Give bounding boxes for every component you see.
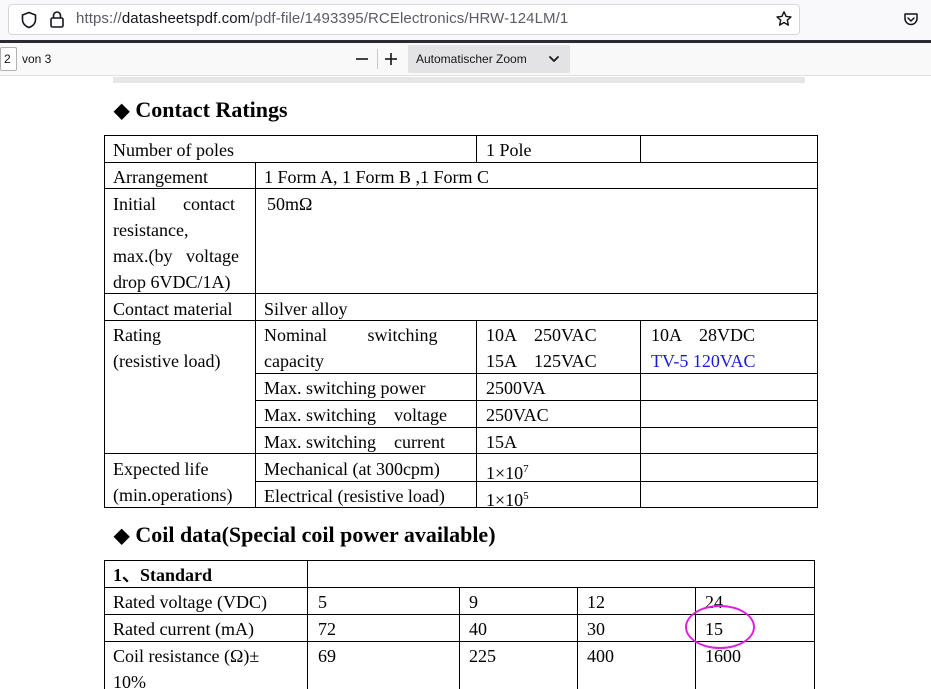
rated-current-cell: 40 [469, 619, 487, 639]
current-value: 15A [486, 432, 517, 452]
coil-resistance-cell: 69 [318, 646, 336, 666]
resistance-label-line4: drop 6VDC/1A) [113, 272, 231, 292]
rated-current-label: Rated current (mA) [113, 619, 254, 639]
table-rule [104, 560, 815, 561]
contact-ratings-heading-text: Contact Ratings [135, 97, 288, 122]
material-label: Contact material [113, 299, 233, 319]
nominal-ac-line1: 10A 250VAC [486, 325, 597, 345]
page-count-label: von 3 [22, 52, 52, 66]
life-label-line1: Expected life [113, 459, 209, 479]
pocket-icon[interactable] [903, 11, 919, 27]
mechanical-base: 1×10 [486, 463, 524, 483]
coil-resistance-cell: 400 [587, 646, 614, 666]
table-rule [307, 560, 308, 689]
rated-current-cell: 72 [318, 619, 336, 639]
url-domain: datasheetspdf.com [121, 10, 251, 27]
page-header-strip [113, 77, 805, 83]
rated-voltage-cell: 5 [318, 592, 327, 612]
url-scheme: https:// [76, 10, 122, 27]
coil-data-heading: ◆ Coil data(Special coil power available) [114, 522, 496, 548]
table-rule [817, 135, 818, 508]
coil-resistance-label-line2: 10% [113, 672, 146, 689]
voltage-value: 250VAC [486, 405, 549, 425]
poles-label: Number of poles [113, 140, 234, 160]
diamond-bullet-icon: ◆ [114, 525, 130, 547]
table-rule [640, 135, 641, 163]
electrical-value: 1×105 [486, 483, 529, 513]
zoom-in-icon[interactable] [381, 48, 401, 70]
rated-current-cell: 30 [587, 619, 605, 639]
table-rule [814, 560, 815, 689]
mechanical-value: 1×107 [486, 456, 529, 486]
nominal-dc-line1: 10A 28VDC [651, 325, 756, 345]
table-rule [476, 135, 477, 163]
table-rule [104, 135, 105, 508]
rating-label-line1: Rating [113, 325, 161, 345]
toolbar-separator [377, 49, 378, 69]
pdf-page: ◆ Contact Ratings Number of poles 1 Pole … [0, 77, 931, 689]
resistance-value: 50mΩ [267, 194, 313, 214]
arrangement-label: Arrangement [113, 167, 208, 187]
chevron-down-icon [549, 56, 559, 62]
life-label-line2: (min.operations) [113, 485, 233, 505]
electrical-base: 1×10 [486, 490, 524, 510]
arrangement-value: 1 Form A, 1 Form B ,1 Form C [264, 167, 490, 187]
mechanical-label: Mechanical (at 300cpm) [264, 459, 440, 479]
nominal-label-line1: Nominal switching [264, 325, 438, 345]
standard-label: 1、Standard [113, 565, 213, 585]
zoom-out-icon[interactable] [352, 48, 372, 70]
lock-icon[interactable] [49, 10, 65, 28]
annotation-circle [685, 605, 755, 649]
table-rule [104, 560, 105, 689]
url-text[interactable]: https://datasheetspdf.com/pdf-file/14933… [76, 10, 568, 27]
electrical-label: Electrical (resistive load) [264, 486, 445, 506]
nominal-ac-line2: 15A 125VAC [486, 351, 597, 371]
voltage-label: Max. switching voltage [264, 405, 447, 425]
electrical-exponent: 5 [523, 490, 529, 502]
resistance-label-line3: max.(by voltage [113, 246, 239, 266]
diamond-bullet-icon: ◆ [114, 100, 130, 122]
rated-voltage-cell: 12 [587, 592, 605, 612]
nominal-dc-line2: TV-5 120VAC [651, 351, 756, 371]
power-label: Max. switching power [264, 378, 426, 398]
resistance-label-line2: resistance, [113, 220, 189, 240]
zoom-select-label: Automatischer Zoom [416, 52, 527, 66]
material-value: Silver alloy [264, 299, 348, 319]
mechanical-exponent: 7 [523, 463, 529, 475]
rated-voltage-label: Rated voltage (VDC) [113, 592, 267, 612]
coil-data-heading-text: Coil data(Special coil power available) [135, 522, 496, 547]
url-path: /pdf-file/1493395/RCElectronics/HRW-124L… [250, 10, 569, 27]
table-rule [104, 135, 818, 136]
table-rule [577, 587, 578, 689]
table-rule [476, 320, 477, 508]
page-number-input[interactable]: 2 [0, 47, 17, 71]
rating-label-line2: (resistive load) [113, 351, 221, 371]
table-rule [104, 453, 818, 454]
table-rule [255, 162, 256, 508]
bookmark-star-icon[interactable] [775, 10, 793, 28]
coil-resistance-label-line1: Coil resistance (Ω)± [113, 646, 260, 666]
resistance-label-line1: Initial contact [113, 194, 235, 214]
coil-resistance-cell: 225 [469, 646, 496, 666]
power-value: 2500VA [486, 378, 546, 398]
table-rule [459, 587, 460, 689]
current-label: Max. switching current [264, 432, 445, 452]
table-rule [640, 320, 641, 508]
contact-ratings-heading: ◆ Contact Ratings [114, 97, 288, 123]
poles-value: 1 Pole [486, 140, 532, 160]
shield-icon[interactable] [20, 11, 38, 29]
nominal-label-line2: capacity [264, 351, 324, 371]
rated-voltage-cell: 9 [469, 592, 478, 612]
